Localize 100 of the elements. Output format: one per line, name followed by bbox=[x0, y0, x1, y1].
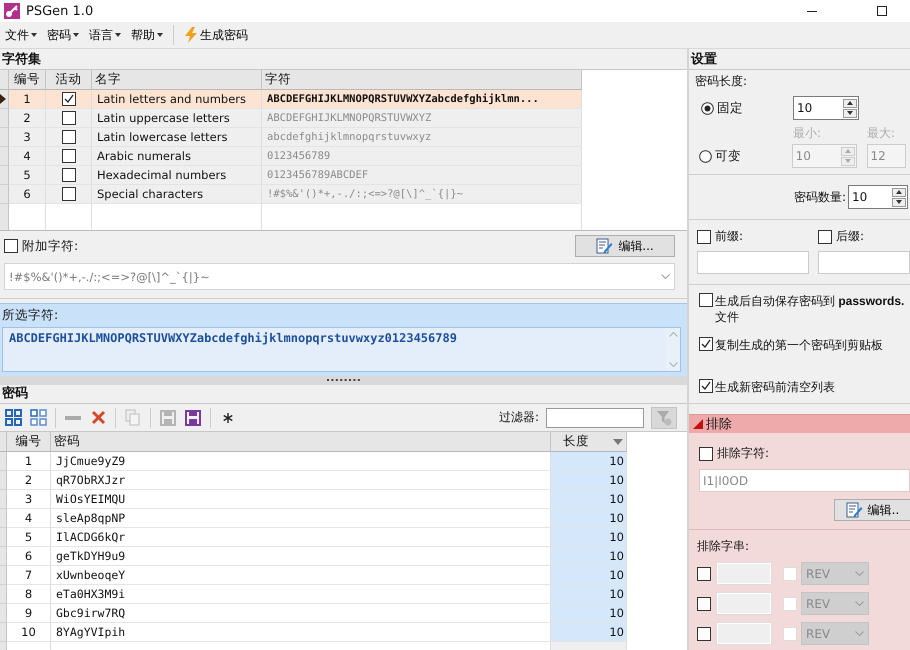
radio-label: 可变 bbox=[715, 148, 741, 164]
table-cell: Special characters bbox=[92, 185, 262, 204]
table-cell: 10 bbox=[7, 623, 51, 642]
field-label: 排除字串: bbox=[697, 538, 750, 555]
edit-icon bbox=[596, 238, 614, 254]
field-value: 12 bbox=[870, 149, 886, 163]
table-cell: abcdefghijklmnopqrstuvwxyz bbox=[262, 128, 582, 147]
caret-icon bbox=[73, 33, 79, 37]
field-label: 最大: bbox=[867, 125, 896, 142]
field-label: 最小: bbox=[793, 125, 822, 142]
column-header[interactable]: 编号 bbox=[9, 70, 46, 90]
table-cell: 2 bbox=[7, 471, 51, 490]
table-cell: 10 bbox=[551, 471, 627, 490]
row-header[interactable] bbox=[0, 90, 9, 109]
checkbox[interactable] bbox=[62, 187, 76, 201]
save-icon bbox=[185, 410, 201, 426]
table-cell: 10 bbox=[551, 623, 627, 642]
checkbox[interactable] bbox=[699, 293, 713, 307]
checkbox-label: 生成后自动保存密码到 passwords. 文件 bbox=[715, 293, 906, 325]
select-all-button[interactable] bbox=[2, 406, 24, 428]
table-cell: 7 bbox=[7, 566, 51, 585]
down-triangle-icon bbox=[847, 111, 853, 115]
column-header[interactable]: 长度 bbox=[551, 432, 627, 452]
number-field[interactable]: 10 bbox=[793, 96, 859, 120]
text-field[interactable]: I1|I0OD bbox=[699, 469, 910, 492]
edit-button[interactable]: 编辑... bbox=[575, 235, 675, 257]
spin-down-button[interactable] bbox=[843, 108, 857, 118]
filter-label: 过滤器: bbox=[498, 409, 539, 426]
column-header[interactable]: 名字 bbox=[92, 70, 262, 90]
table-cell: 5 bbox=[7, 528, 51, 547]
spin-up-button[interactable] bbox=[892, 188, 906, 196]
minus-icon bbox=[65, 416, 81, 420]
checkbox[interactable] bbox=[697, 596, 711, 610]
checkbox[interactable] bbox=[699, 446, 713, 460]
table-cell: 8 bbox=[7, 585, 51, 604]
radio-button[interactable] bbox=[699, 150, 712, 162]
table-cell: 6 bbox=[9, 185, 46, 204]
panel-header[interactable]: 排除 bbox=[689, 415, 910, 433]
spin-down-button[interactable] bbox=[892, 198, 906, 206]
menu-item[interactable]: 帮助 bbox=[128, 24, 166, 46]
checkbox-label: 附加字符: bbox=[22, 238, 78, 254]
menu-item[interactable]: 语言 bbox=[86, 24, 124, 46]
table-cell: 10 bbox=[551, 490, 627, 509]
section-title: 设置 bbox=[689, 51, 910, 70]
checkbox[interactable] bbox=[697, 626, 711, 640]
table-cell: 10 bbox=[551, 604, 627, 623]
text-area[interactable]: ABCDEFGHIJKLMNOPQRSTUVWXYZabcdefghijklmnopqrstuvwxyz0123456789 bbox=[2, 327, 681, 372]
caret-icon bbox=[31, 33, 37, 37]
up-triangle-icon bbox=[896, 190, 902, 194]
checkbox[interactable] bbox=[697, 566, 711, 580]
edit-button[interactable]: 编辑.. bbox=[834, 499, 910, 521]
maximize-icon bbox=[877, 6, 887, 16]
radio-button[interactable] bbox=[701, 102, 714, 114]
column-header[interactable]: 编号 bbox=[7, 432, 51, 452]
table-cell: 10 bbox=[551, 547, 627, 566]
table-cell: 10 bbox=[551, 528, 627, 547]
table-cell: 3 bbox=[7, 490, 51, 509]
field-value: 10 bbox=[852, 190, 868, 204]
checkbox[interactable] bbox=[62, 111, 76, 125]
checkbox[interactable] bbox=[818, 230, 832, 244]
checkbox[interactable] bbox=[62, 130, 76, 144]
table-cell: 0123456789ABCDEF bbox=[262, 166, 582, 185]
table-cell: WiOsYEIMQU bbox=[51, 490, 551, 509]
menu-item[interactable]: 密码 bbox=[44, 24, 82, 46]
checkbox[interactable] bbox=[4, 239, 18, 253]
checkbox[interactable] bbox=[699, 337, 713, 351]
table-cell: 9 bbox=[7, 604, 51, 623]
table-cell: Latin lowercase letters bbox=[92, 128, 262, 147]
checkbox[interactable] bbox=[62, 92, 76, 106]
table-cell: eTa0HX3M9i bbox=[51, 585, 551, 604]
table-cell: xUwnbeoqeY bbox=[51, 566, 551, 585]
section-title: 密码 bbox=[0, 385, 687, 404]
suffix-field[interactable] bbox=[818, 251, 910, 274]
number-field[interactable]: 10 bbox=[848, 185, 908, 209]
text-field[interactable] bbox=[717, 563, 771, 584]
text-field[interactable] bbox=[717, 623, 771, 644]
checkbox[interactable] bbox=[697, 230, 711, 244]
funnel-icon bbox=[656, 410, 672, 426]
column-header[interactable]: 密码 bbox=[51, 432, 551, 452]
column-header[interactable]: 字符 bbox=[262, 70, 582, 90]
dropdown-field[interactable]: !#$%&'()*+,-./:;<=>?@[\]^_`{|}~ bbox=[4, 263, 675, 290]
panel-title: 排除 bbox=[706, 416, 732, 433]
menu-item[interactable]: 文件 bbox=[2, 24, 40, 46]
generate-button[interactable]: 生成密码 bbox=[181, 24, 251, 46]
minimize-icon bbox=[807, 10, 817, 12]
clear-filter-button[interactable] bbox=[651, 406, 677, 428]
column-header[interactable]: 活动 bbox=[46, 70, 92, 90]
checkbox[interactable] bbox=[62, 168, 76, 182]
row-pointer-icon bbox=[0, 94, 6, 104]
down-triangle-icon bbox=[896, 200, 902, 204]
scrollbar[interactable] bbox=[666, 328, 680, 371]
spin-up-button[interactable] bbox=[843, 98, 857, 108]
table-cell: Gbc9irw7RQ bbox=[51, 604, 551, 623]
checkbox[interactable] bbox=[62, 149, 76, 163]
text-field[interactable] bbox=[717, 593, 771, 614]
filter-field[interactable] bbox=[546, 408, 644, 428]
field-label: 密码数量: bbox=[794, 188, 846, 206]
checkbox[interactable] bbox=[699, 379, 713, 393]
table-cell: Latin letters and numbers bbox=[92, 90, 262, 109]
prefix-field[interactable] bbox=[697, 251, 809, 274]
